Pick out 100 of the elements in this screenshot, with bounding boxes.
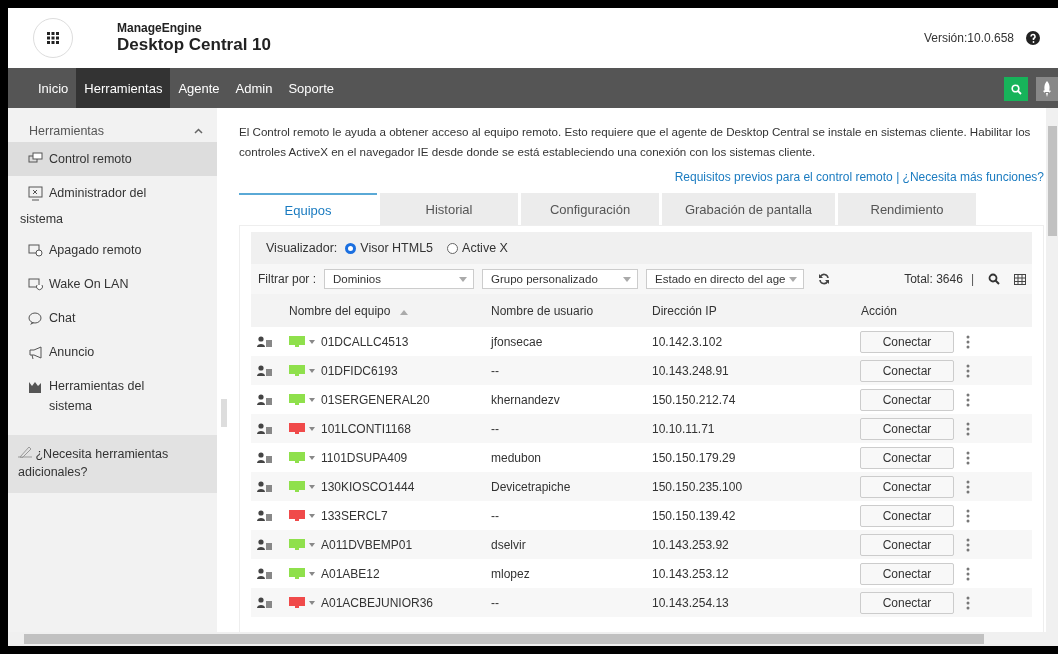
columns-icon[interactable] bbox=[1014, 273, 1026, 285]
user-name: Devicetrapiche bbox=[491, 479, 572, 494]
radio-label[interactable]: Visor HTML5 bbox=[360, 241, 434, 255]
column-header: Acción bbox=[860, 303, 899, 318]
connect-button[interactable]: Conectar bbox=[860, 359, 954, 382]
filter-dropdown[interactable]: Grupo personalizado bbox=[482, 269, 638, 289]
brand-name: ManageEngine bbox=[117, 21, 203, 35]
connect-button[interactable]: Conectar bbox=[860, 330, 954, 353]
user-icon bbox=[257, 451, 273, 464]
caret-icon[interactable] bbox=[309, 571, 315, 576]
help-icon[interactable] bbox=[1026, 31, 1040, 45]
tab[interactable]: Rendimiento bbox=[838, 193, 976, 225]
apps-menu-button[interactable] bbox=[33, 18, 73, 58]
megaphone-icon bbox=[28, 345, 43, 360]
connect-button[interactable]: Conectar bbox=[860, 562, 954, 585]
nav-tab[interactable]: Herramientas bbox=[76, 68, 171, 108]
nav-tab[interactable]: Inicio bbox=[30, 68, 77, 108]
tab[interactable]: Configuración bbox=[521, 193, 659, 225]
user-name: dselvir bbox=[491, 537, 527, 552]
caret-icon[interactable] bbox=[309, 455, 315, 460]
column-header[interactable]: Nombre del equipo bbox=[289, 303, 491, 318]
tab[interactable]: Grabación de pantalla bbox=[662, 193, 835, 225]
sidebar-item[interactable]: Chat bbox=[8, 301, 217, 335]
sort-icon bbox=[399, 309, 408, 315]
radio-button[interactable] bbox=[345, 242, 357, 254]
more-icon[interactable] bbox=[966, 392, 970, 407]
intro-text: El Control remoto le ayuda a obtener acceso al equipo remoto. Esto requiere que el agente de Desktop Central se instale en sistemas cliente. Habilitar los controles ActiveX en el navegador IE desde donde se está estableciendo una conexión con los sistemas cliente. bbox=[239, 124, 1032, 160]
ip-address: 150.150.179.29 bbox=[652, 450, 737, 465]
more-icon[interactable] bbox=[966, 334, 970, 349]
search-icon[interactable] bbox=[988, 273, 1000, 285]
radio-button[interactable] bbox=[447, 242, 459, 254]
connect-button[interactable]: Conectar bbox=[860, 533, 954, 556]
user-icon bbox=[257, 480, 273, 493]
more-icon[interactable] bbox=[966, 595, 970, 610]
filter-dropdown[interactable]: Dominios bbox=[324, 269, 474, 289]
more-icon[interactable] bbox=[966, 508, 970, 523]
caret-icon[interactable] bbox=[309, 368, 315, 373]
caret-icon[interactable] bbox=[309, 397, 315, 402]
connect-button[interactable]: Conectar bbox=[860, 504, 954, 527]
caret-icon bbox=[459, 276, 467, 282]
user-name: khernandezv bbox=[491, 392, 561, 407]
caret-icon[interactable] bbox=[309, 600, 315, 605]
connect-button[interactable]: Conectar bbox=[860, 591, 954, 614]
caret-icon[interactable] bbox=[309, 513, 315, 518]
sidebar-item[interactable]: sistema bbox=[8, 210, 217, 233]
ip-address: 10.143.253.12 bbox=[652, 566, 730, 581]
refresh-icon[interactable] bbox=[818, 273, 830, 285]
tab[interactable]: Historial bbox=[380, 193, 518, 225]
search-icon bbox=[1010, 83, 1022, 95]
chevron-icon[interactable] bbox=[194, 128, 203, 134]
sidebar-item[interactable]: Administrador del bbox=[8, 176, 217, 210]
sidebar-item[interactable]: Herramientas del sistema bbox=[8, 369, 217, 423]
link-separator: | bbox=[896, 170, 900, 184]
sidebar-item[interactable]: Wake On LAN bbox=[8, 267, 217, 301]
additional-tools-link[interactable]: ¿Necesita herramientas adicionales? bbox=[8, 435, 217, 493]
connect-button[interactable]: Conectar bbox=[860, 446, 954, 469]
computer-name: 130KIOSCO1444 bbox=[321, 479, 415, 494]
rocket-icon bbox=[1042, 81, 1052, 97]
connect-button[interactable]: Conectar bbox=[860, 388, 954, 411]
prerequisites-link[interactable]: Requisitos previos para el control remoto bbox=[674, 170, 893, 184]
connect-button[interactable]: Conectar bbox=[860, 475, 954, 498]
caret-icon[interactable] bbox=[309, 484, 315, 489]
more-icon[interactable] bbox=[966, 566, 970, 581]
user-icon bbox=[257, 538, 273, 551]
ip-address: 10.143.248.91 bbox=[652, 363, 730, 378]
nav-tab[interactable]: Agente bbox=[170, 68, 228, 108]
search-button[interactable] bbox=[1004, 77, 1028, 101]
pen-icon bbox=[18, 445, 32, 458]
monitor-icon bbox=[28, 186, 43, 201]
sidebar-item[interactable]: Control remoto bbox=[8, 142, 217, 176]
nav-tab[interactable]: Admin bbox=[227, 68, 281, 108]
user-icon bbox=[257, 567, 273, 580]
column-header[interactable]: Nombre de usuario bbox=[491, 303, 652, 318]
splitter-handle[interactable] bbox=[221, 399, 227, 427]
more-icon[interactable] bbox=[966, 479, 970, 494]
connect-button[interactable]: Conectar bbox=[860, 417, 954, 440]
caret-icon[interactable] bbox=[309, 426, 315, 431]
user-name: jfonsecae bbox=[491, 334, 544, 349]
user-name: -- bbox=[491, 595, 500, 610]
nav-tab[interactable]: Soporte bbox=[280, 68, 342, 108]
radio-label[interactable]: Active X bbox=[462, 241, 508, 255]
version-text: Versión:10.0.658 bbox=[923, 31, 1014, 45]
sidebar-item[interactable]: Apagado remoto bbox=[8, 233, 217, 267]
column-header[interactable]: Dirección IP bbox=[652, 303, 860, 318]
user-name: -- bbox=[491, 421, 500, 436]
monitor-clock-icon bbox=[28, 243, 43, 258]
user-name: -- bbox=[491, 363, 500, 378]
sidebar-item[interactable]: Anuncio bbox=[8, 335, 217, 369]
rocket-button[interactable] bbox=[1036, 77, 1058, 101]
ip-address: 10.143.254.13 bbox=[652, 595, 730, 610]
more-icon[interactable] bbox=[966, 421, 970, 436]
more-features-link[interactable]: ¿Necesita más funciones? bbox=[902, 170, 1044, 184]
more-icon[interactable] bbox=[966, 537, 970, 552]
more-icon[interactable] bbox=[966, 450, 970, 465]
toolbar-separator: | bbox=[970, 272, 974, 286]
more-icon[interactable] bbox=[966, 363, 970, 378]
filter-dropdown[interactable]: Estado en directo del age bbox=[646, 269, 804, 289]
user-icon bbox=[257, 596, 273, 609]
caret-icon[interactable] bbox=[309, 542, 315, 547]
caret-icon[interactable] bbox=[309, 339, 315, 344]
